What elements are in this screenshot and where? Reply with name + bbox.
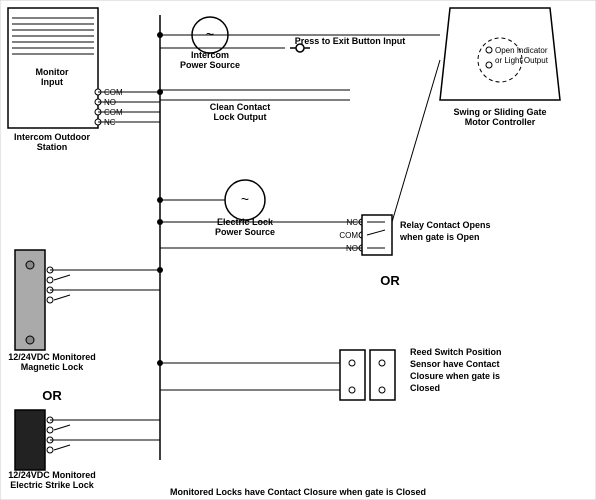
svg-text:Magnetic Lock: Magnetic Lock bbox=[21, 362, 85, 372]
svg-text:Relay Contact Opens: Relay Contact Opens bbox=[400, 220, 491, 230]
svg-text:12/24VDC Monitored: 12/24VDC Monitored bbox=[8, 470, 96, 480]
svg-text:OR: OR bbox=[42, 388, 62, 403]
wiring-diagram: Monitor Input COM NO COM NC Intercom Out… bbox=[0, 0, 596, 500]
svg-text:Closed: Closed bbox=[410, 383, 440, 393]
svg-text:Intercom: Intercom bbox=[191, 50, 229, 60]
svg-text:~: ~ bbox=[206, 26, 214, 42]
svg-text:when gate is Open: when gate is Open bbox=[399, 232, 480, 242]
svg-text:12/24VDC Monitored: 12/24VDC Monitored bbox=[8, 352, 96, 362]
svg-text:Sensor have Contact: Sensor have Contact bbox=[410, 359, 500, 369]
svg-text:Lock Output: Lock Output bbox=[214, 112, 267, 122]
svg-text:~: ~ bbox=[241, 191, 249, 207]
svg-text:Motor Controller: Motor Controller bbox=[465, 117, 536, 127]
svg-text:Input: Input bbox=[41, 77, 63, 87]
svg-text:Reed Switch Position: Reed Switch Position bbox=[410, 347, 502, 357]
svg-text:Station: Station bbox=[37, 142, 68, 152]
svg-text:Open Indicator: Open Indicator bbox=[495, 46, 548, 55]
svg-text:OR: OR bbox=[380, 273, 400, 288]
svg-text:Press to Exit Button Input: Press to Exit Button Input bbox=[295, 36, 406, 46]
svg-text:Clean Contact: Clean Contact bbox=[210, 102, 271, 112]
svg-text:Intercom Outdoor: Intercom Outdoor bbox=[14, 132, 90, 142]
svg-text:or Light Output: or Light Output bbox=[495, 56, 549, 65]
svg-text:Power Source: Power Source bbox=[180, 60, 240, 70]
svg-text:COM: COM bbox=[339, 231, 358, 240]
svg-text:Swing or Sliding Gate: Swing or Sliding Gate bbox=[453, 107, 546, 117]
svg-text:Electric Strike Lock: Electric Strike Lock bbox=[10, 480, 95, 490]
svg-text:Monitored Locks have Contact C: Monitored Locks have Contact Closure whe… bbox=[170, 487, 426, 497]
svg-text:Monitor: Monitor bbox=[36, 67, 69, 77]
svg-text:Power Source: Power Source bbox=[215, 227, 275, 237]
svg-text:Closure when gate is: Closure when gate is bbox=[410, 371, 500, 381]
